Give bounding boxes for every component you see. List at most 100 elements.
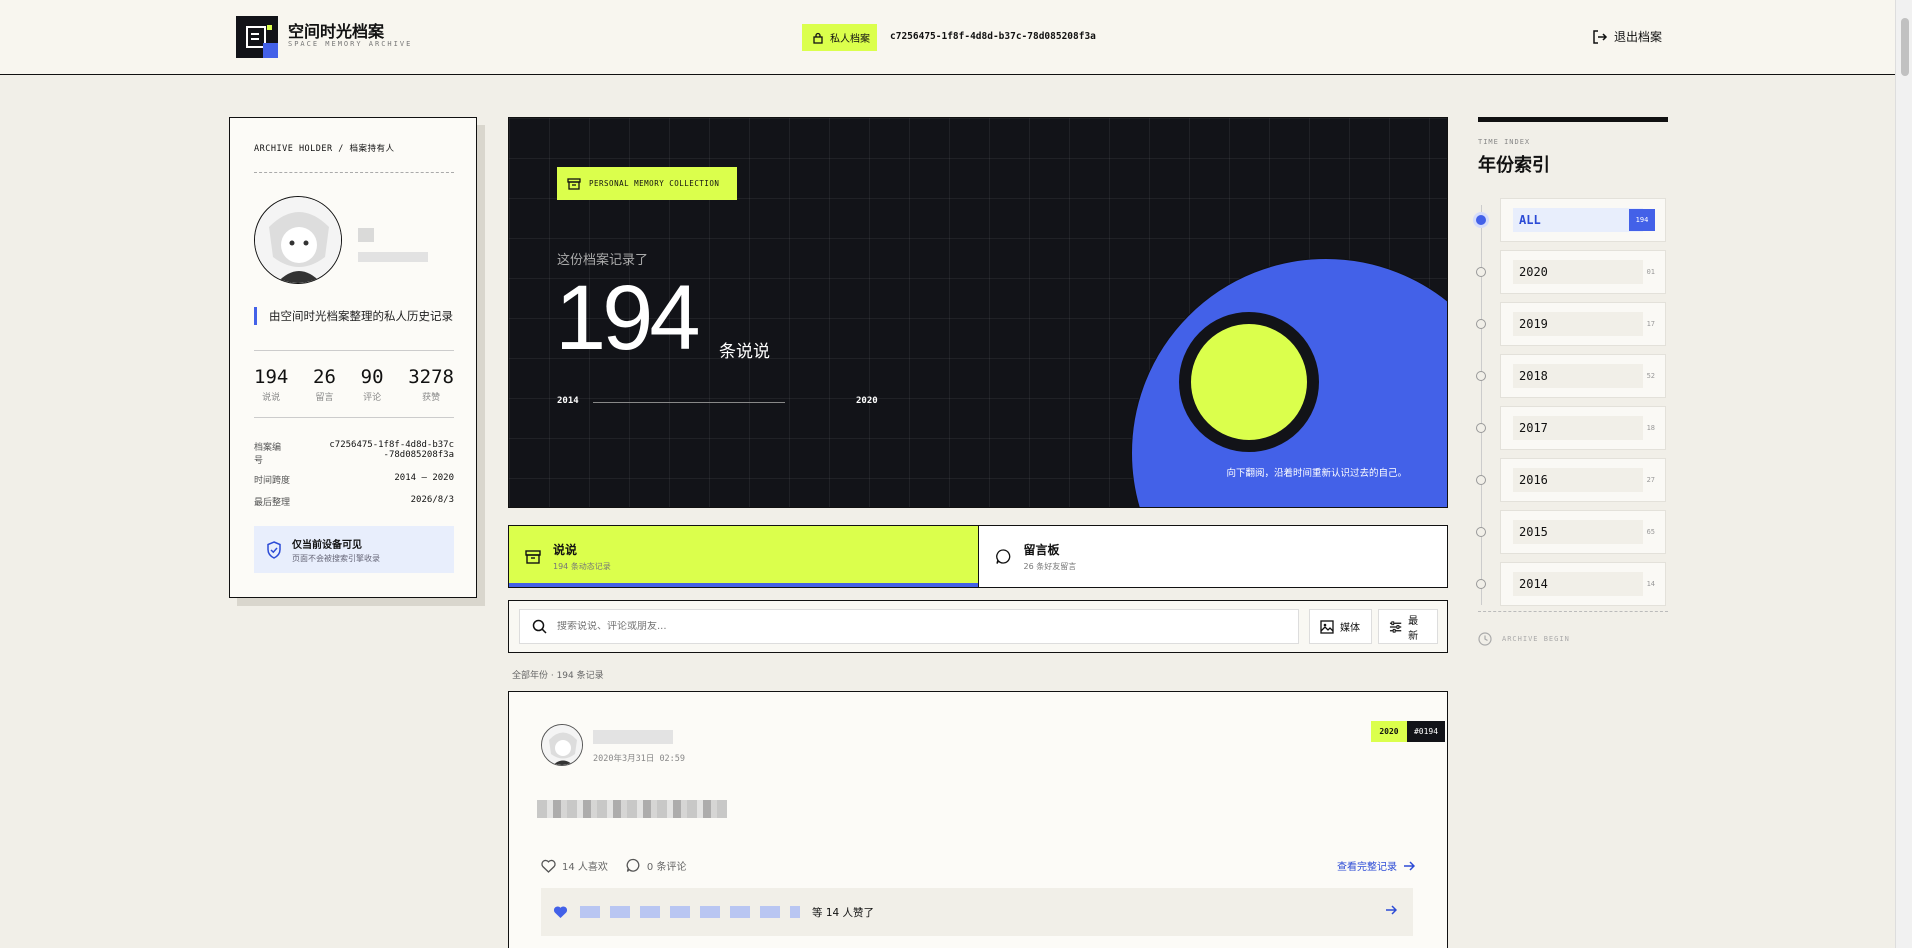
info-value: 2014 — 2020 — [394, 473, 454, 483]
arrow-right-icon[interactable] — [1385, 904, 1397, 916]
year-index-card[interactable]: 2019 17 — [1500, 302, 1666, 346]
year-count: 17 — [1646, 320, 1655, 328]
tab-sublabel: 194 条动态记录 — [553, 562, 611, 571]
year-index-card[interactable]: 2018 52 — [1500, 354, 1666, 398]
tab-posts[interactable]: 说说 194 条动态记录 — [509, 526, 979, 587]
logout-icon — [1593, 29, 1608, 44]
year-label: 2014 — [1513, 572, 1643, 596]
liked-by-row[interactable]: 等 14 人赞了 — [541, 888, 1413, 936]
info-last-organized: 最后整理 2026/8/3 — [254, 495, 454, 508]
avatar[interactable] — [541, 724, 583, 766]
post-year-badge: 2020 — [1371, 721, 1407, 742]
heart-filled-icon — [553, 906, 568, 918]
year-label: 2015 — [1513, 520, 1643, 544]
year-count: 18 — [1646, 424, 1655, 432]
year-index-card[interactable]: ALL 194 — [1500, 198, 1666, 242]
page-scrollbar[interactable] — [1895, 0, 1912, 948]
year-index-card[interactable]: 2016 27 — [1500, 458, 1666, 502]
year-index-card[interactable]: 2014 14 — [1500, 562, 1666, 606]
stat-label: 说说 — [262, 393, 281, 403]
stat-comments: 90 评论 — [361, 366, 384, 403]
year-index-item-2015[interactable]: 2015 65 — [1476, 509, 1668, 555]
collection-tag-label: PERSONAL MEMORY COLLECTION — [589, 179, 720, 188]
collection-tag: PERSONAL MEMORY COLLECTION — [557, 167, 737, 200]
timeline-dot — [1476, 527, 1486, 537]
year-index-card[interactable]: 2015 65 — [1500, 510, 1666, 554]
archive-box-icon — [567, 177, 581, 190]
time-index-title: 年份索引 — [1478, 155, 1550, 176]
brand-title[interactable]: 空间时光档案 — [288, 18, 384, 42]
year-index-item-2018[interactable]: 2018 52 — [1476, 353, 1668, 399]
info-time-span: 时间跨度 2014 — 2020 — [254, 473, 454, 486]
lock-icon — [813, 32, 823, 44]
author-name-redacted — [593, 730, 673, 744]
search-input[interactable] — [557, 621, 1257, 632]
year-label: 2017 — [1513, 416, 1643, 440]
liked-by-names-redacted — [580, 906, 800, 918]
timeline-dot — [1476, 423, 1486, 433]
timeline-dot — [1476, 475, 1486, 485]
sliders-icon — [1389, 620, 1402, 633]
info-key: 时间跨度 — [254, 476, 291, 486]
year-label: ALL — [1513, 208, 1643, 232]
comment-count: 0 条评论 — [646, 862, 687, 873]
holder-name-redacted — [358, 228, 374, 242]
year-index-card[interactable]: 2020 01 — [1500, 250, 1666, 294]
like-count: 14 人喜欢 — [562, 862, 608, 873]
timeline-line — [593, 402, 785, 403]
logout-button[interactable]: 退出档案 — [1592, 28, 1662, 45]
post-content-redacted — [537, 800, 727, 818]
year-index-item-2014[interactable]: 2014 14 — [1476, 561, 1668, 607]
stat-number: 90 — [360, 366, 384, 388]
search-toolbar: 媒体 最新 — [508, 600, 1448, 653]
tab-label: 留言板 — [1023, 543, 1060, 557]
privacy-title: 仅当前设备可见 — [292, 539, 362, 551]
time-index-bar — [1478, 117, 1668, 122]
year-index-item-2016[interactable]: 2016 27 — [1476, 457, 1668, 503]
year-count: 01 — [1646, 268, 1655, 276]
info-value: 2026/8/3 — [410, 495, 454, 505]
brand-logo-icon[interactable] — [236, 16, 278, 58]
year-index-item-2019[interactable]: 2019 17 — [1476, 301, 1668, 347]
timeline-dot — [1476, 215, 1486, 225]
archive-begin-marker: ARCHIVE BEGIN — [1478, 632, 1570, 646]
divider — [254, 350, 454, 351]
timeline-dot — [1476, 319, 1486, 329]
post-card[interactable]: 2020年3月31日 02:59 2020 #0194 14 人喜欢 0 条评论… — [508, 691, 1448, 948]
hero-unit: 条说说 — [719, 342, 770, 362]
view-full-record-label: 查看完整记录 — [1337, 862, 1397, 873]
year-index-item-2017[interactable]: 2017 18 — [1476, 405, 1668, 451]
search-icon — [532, 619, 547, 634]
private-archive-label: 私人档案 — [830, 34, 870, 45]
year-index-item-2020[interactable]: 2020 01 — [1476, 249, 1668, 295]
sort-label: 最新 — [1408, 615, 1419, 642]
archive-id: c7256475-1f8f-4d8d-b37c-78d085208f3a — [890, 31, 1096, 42]
tab-message-board[interactable]: 留言板 26 条好友留言 — [979, 526, 1448, 587]
search-field[interactable] — [519, 609, 1299, 644]
info-key: 最后整理 — [254, 498, 291, 508]
info-archive-id: 档案编号 c7256475-1f8f-4d8d-b37c-78d085208f3… — [254, 440, 454, 466]
divider — [254, 172, 454, 173]
stat-number: 3278 — [408, 366, 454, 388]
year-index-card[interactable]: 2017 18 — [1500, 406, 1666, 450]
view-full-record-link[interactable]: 查看完整记录 — [1337, 858, 1415, 873]
liked-by-suffix: 等 14 人赞了 — [812, 906, 875, 919]
avatar[interactable] — [254, 196, 342, 284]
divider — [1478, 611, 1668, 612]
year-index-item-all[interactable]: ALL 194 — [1476, 197, 1668, 243]
privacy-notice: 仅当前设备可见 页面不会被搜索引擎收录 — [254, 526, 454, 573]
stat-label: 留言 — [315, 393, 334, 403]
brand-subtitle: SPACE MEMORY ARCHIVE — [288, 40, 413, 48]
hero-year-end: 2020 — [856, 396, 878, 406]
sort-button[interactable]: 最新 — [1378, 609, 1438, 644]
scrollbar-thumb[interactable] — [1901, 18, 1909, 76]
image-icon — [1320, 619, 1334, 634]
hero-caption: 向下翻阅，沿着时间重新认识过去的自己。 — [1226, 468, 1407, 479]
like-button[interactable]: 14 人喜欢 — [541, 858, 608, 873]
arrow-right-icon — [1404, 860, 1415, 871]
hero-count: 194 — [555, 267, 700, 369]
media-filter-button[interactable]: 媒体 — [1309, 609, 1372, 644]
comment-button[interactable]: 0 条评论 — [626, 858, 687, 873]
tab-label: 说说 — [553, 543, 578, 557]
stat-number: 194 — [254, 366, 289, 388]
